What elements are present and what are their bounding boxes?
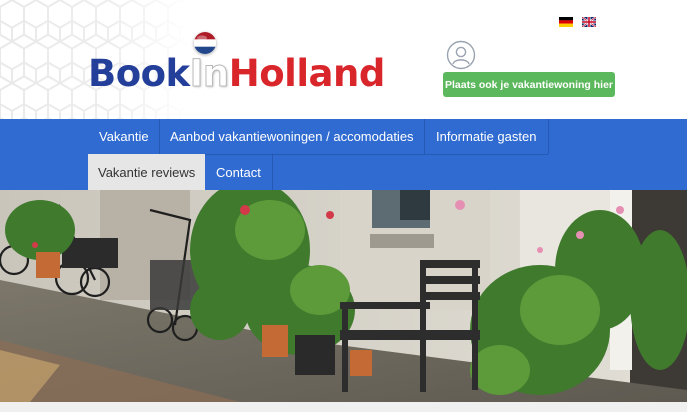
dutch-flag-ball-icon — [194, 32, 216, 54]
nav-item-contact[interactable]: Contact — [205, 154, 273, 190]
site-header: BookInHolland Plaats ook je vakantiewoni… — [0, 0, 687, 119]
language-switcher — [559, 17, 596, 27]
page-bottom-strip — [0, 402, 687, 412]
nav-item-label: Vakantie — [99, 129, 149, 144]
nav-item-label: Vakantie reviews — [98, 164, 196, 180]
logo-wordmark: BookInHolland — [88, 52, 386, 95]
nav-item-aanbod[interactable]: Aanbod vakantiewoningen / accomodaties — [160, 119, 425, 154]
user-account-icon[interactable] — [446, 40, 476, 70]
nav-item-vakantie[interactable]: Vakantie — [88, 119, 160, 154]
list-your-property-button[interactable]: Plaats ook je vakantiewoning hier — [443, 72, 615, 97]
hero-photo-dutch-street — [0, 190, 687, 402]
bookinholland-logo[interactable]: BookInHolland — [88, 32, 418, 98]
nav-item-label: Informatie gasten — [436, 129, 537, 144]
main-navigation: Vakantie Aanbod vakantiewoningen / accom… — [0, 119, 687, 190]
nav-item-vakantie-reviews[interactable]: Vakantie reviews — [88, 154, 205, 190]
nav-item-label: Contact — [216, 164, 261, 180]
logo-in-text: In — [189, 52, 230, 95]
british-flag-icon[interactable] — [582, 17, 596, 27]
logo-book-text: Book — [88, 52, 190, 95]
nav-item-informatie-gasten[interactable]: Informatie gasten — [425, 119, 549, 154]
logo-holland-text: Holland — [228, 52, 386, 95]
german-flag-icon[interactable] — [559, 17, 573, 27]
nav-item-label: Aanbod vakantiewoningen / accomodaties — [170, 129, 414, 144]
